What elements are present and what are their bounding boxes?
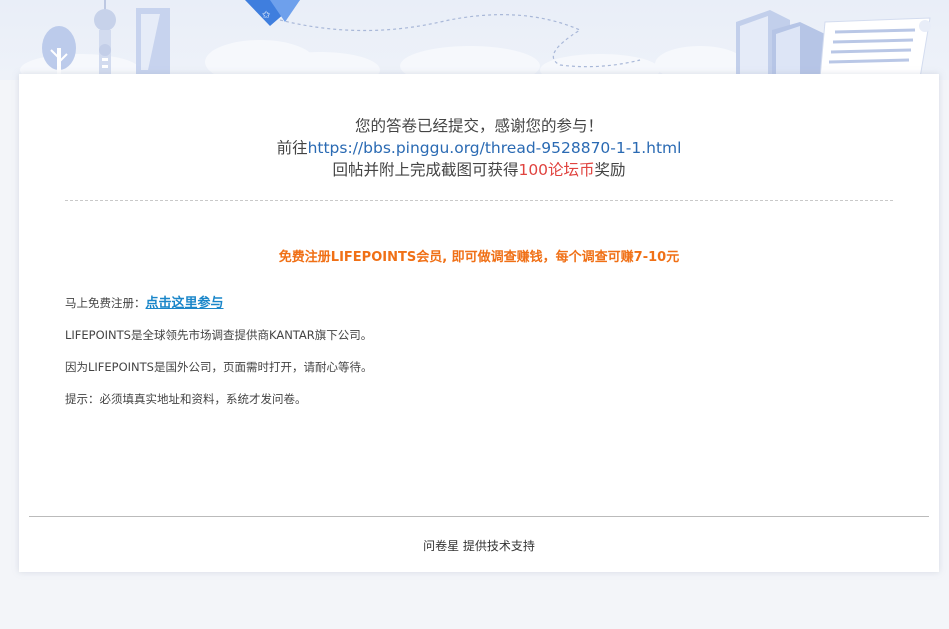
- building-icon: [136, 8, 170, 78]
- notice-text: 因为LIFEPOINTS是国外公司，页面需时打开，请耐心等待。: [65, 360, 373, 374]
- reward-suffix: 奖励: [594, 161, 626, 179]
- result-card: 您的答卷已经提交，感谢您的参与！ 前往https://bbs.pinggu.or…: [19, 74, 939, 572]
- dashed-divider: [65, 200, 893, 201]
- document-icon: [819, 17, 931, 79]
- register-link[interactable]: 点击这里参与: [146, 296, 224, 311]
- submitted-text: 您的答卷已经提交，感谢您的参与！: [354, 117, 603, 135]
- footer-divider: [29, 516, 929, 517]
- reward-prefix: 回帖并附上完成截图可获得: [332, 161, 519, 179]
- reward-line: 回帖并附上完成截图可获得100论坛币奖励: [19, 159, 939, 181]
- paper-plane-icon: ✩: [245, 0, 300, 26]
- tip-text: 提示：必须填真实地址和资料，系统才发问卷。: [65, 392, 307, 406]
- header-banner: ✩: [0, 0, 949, 80]
- goto-line: 前往https://bbs.pinggu.org/thread-9528870-…: [19, 137, 939, 159]
- register-line: 马上免费注册：点击这里参与: [65, 292, 224, 311]
- books-icon: [736, 10, 825, 78]
- register-prefix: 马上免费注册：: [65, 296, 146, 310]
- thread-link[interactable]: https://bbs.pinggu.org/thread-9528870-1-…: [308, 139, 682, 157]
- about-text: LIFEPOINTS是全球领先市场调查提供商KANTAR旗下公司。: [65, 328, 373, 342]
- svg-text:✩: ✩: [262, 10, 271, 21]
- footer-support: 提供技术支持: [462, 539, 535, 553]
- footer: 问卷星 提供技术支持: [19, 537, 939, 554]
- promo-headline: 免费注册LIFEPOINTS会员, 即可做调查赚钱，每个调查可赚7-10元: [278, 250, 680, 265]
- reward-amount: 100论坛币: [518, 161, 595, 179]
- banner-illustration: ✩: [20, 0, 931, 80]
- footer-brand: 问卷星: [423, 539, 460, 553]
- goto-prefix: 前往: [276, 139, 308, 157]
- thank-you-message: 您的答卷已经提交，感谢您的参与！ 前往https://bbs.pinggu.or…: [19, 115, 939, 181]
